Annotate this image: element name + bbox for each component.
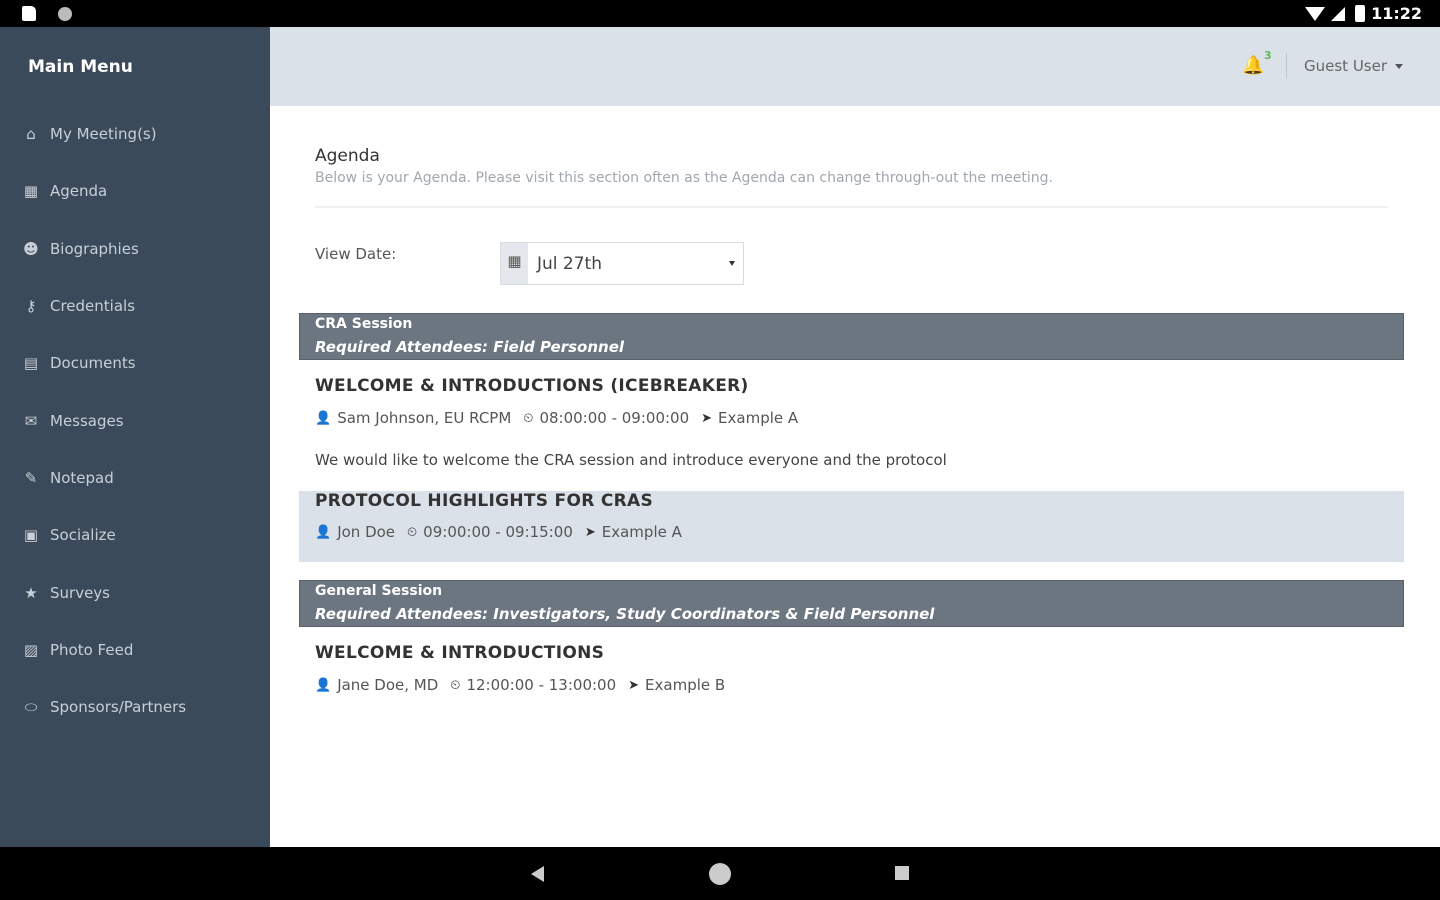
status-time: 11:22 <box>1371 4 1422 23</box>
location-arrow-icon: ➤ <box>701 410 713 426</box>
document-icon: ▤ <box>23 354 39 372</box>
signal-icon <box>1331 6 1346 21</box>
view-date-label: View Date: <box>315 245 397 263</box>
bell-icon[interactable]: 🔔 <box>1242 55 1264 76</box>
agenda-item-location: Example A <box>601 523 682 541</box>
sidebar-item-label: Messages <box>50 412 124 430</box>
user-icon: 👤 <box>315 410 332 426</box>
calendar-icon: ▦ <box>23 182 39 200</box>
agenda-item-meta: 👤 Sam Johnson, EU RCPM ⏲ 08:00:00 - 09:0… <box>315 409 798 427</box>
header-divider <box>1286 53 1287 79</box>
date-picker: ▦ Jul 27th <box>500 242 744 285</box>
divider <box>315 206 1388 208</box>
clock-icon: ⏲ <box>407 524 418 540</box>
sidebar-item-my-meetings[interactable]: ⌂ My Meeting(s) <box>22 119 157 149</box>
date-select[interactable]: Jul 27th <box>528 243 743 284</box>
agenda-item-meta: 👤 Jon Doe ⏲ 09:00:00 - 09:15:00 ➤ Exampl… <box>315 523 682 541</box>
sidebar-item-label: Documents <box>50 354 136 372</box>
sidebar-item-label: Sponsors/Partners <box>50 698 187 716</box>
agenda-item-description: We would like to welcome the CRA session… <box>315 451 947 469</box>
handshake-icon: ⬭ <box>24 698 38 716</box>
agenda-item-speaker: Jane Doe, MD <box>337 676 439 694</box>
session-attendees: Required Attendees: Investigators, Study… <box>315 605 935 623</box>
agenda-item-location: Example B <box>645 676 726 694</box>
navigation-bar <box>0 847 1440 900</box>
notification-badge: 3 <box>1264 49 1272 62</box>
sidebar-item-socialize[interactable]: ▣ Socialize <box>22 520 116 550</box>
user-icon: 👤 <box>315 677 332 693</box>
agenda-item-title[interactable]: WELCOME & INTRODUCTIONS <box>315 643 604 663</box>
battery-icon <box>1355 5 1366 22</box>
sidebar-item-biographies[interactable]: ☻ Biographies <box>22 234 139 264</box>
session-header-general: General Session Required Attendees: Inve… <box>299 580 1404 627</box>
status-left <box>22 6 72 21</box>
status-bar: 11:22 <box>0 0 1440 27</box>
agenda-item-time: 09:00:00 - 09:15:00 <box>423 523 573 541</box>
sidebar-item-photo-feed[interactable]: ▨ Photo Feed <box>22 635 133 665</box>
session-header-cra: CRA Session Required Attendees: Field Pe… <box>299 313 1404 360</box>
agenda-item-speaker: Sam Johnson, EU RCPM <box>337 409 512 427</box>
sidebar: Main Menu ⌂ My Meeting(s) ▦ Agenda ☻ Bio… <box>0 27 270 847</box>
agenda-item-title[interactable]: PROTOCOL HIGHLIGHTS FOR CRAS <box>315 491 653 511</box>
back-icon[interactable] <box>531 866 544 882</box>
envelope-icon: ✉ <box>24 412 38 430</box>
page-title: Agenda <box>315 146 380 166</box>
page-subtitle: Below is your Agenda. Please visit this … <box>315 170 1053 186</box>
sidebar-item-agenda[interactable]: ▦ Agenda <box>22 176 107 206</box>
agenda-item-time: 12:00:00 - 13:00:00 <box>466 676 617 694</box>
dropdown-arrow-icon <box>729 261 735 266</box>
edit-icon: ✎ <box>24 469 38 487</box>
sidebar-title: Main Menu <box>28 57 133 77</box>
sidebar-item-surveys[interactable]: ★ Surveys <box>22 578 110 608</box>
home-icon: ⌂ <box>26 125 36 143</box>
agenda-item-speaker: Jon Doe <box>337 523 396 541</box>
wifi-icon <box>1305 6 1326 21</box>
session-attendees: Required Attendees: Field Personnel <box>315 338 625 356</box>
users-icon: ☻ <box>23 240 39 258</box>
agenda-item-time: 08:00:00 - 09:00:00 <box>539 409 690 427</box>
calendar-icon: ▦ <box>501 243 528 284</box>
sidebar-item-documents[interactable]: ▤ Documents <box>22 348 136 378</box>
user-icon: 👤 <box>315 524 332 540</box>
caret-down-icon <box>1395 63 1404 69</box>
session-name: General Session <box>315 583 443 599</box>
agenda-item-location: Example A <box>718 409 799 427</box>
sidebar-item-label: Photo Feed <box>50 641 134 659</box>
sd-card-icon <box>22 6 36 21</box>
location-arrow-icon: ➤ <box>584 524 596 540</box>
agenda-item-title[interactable]: WELCOME & INTRODUCTIONS (ICEBREAKER) <box>315 376 749 396</box>
home-button-icon[interactable] <box>709 863 731 885</box>
agenda-item-meta: 👤 Jane Doe, MD ⏲ 12:00:00 - 13:00:00 ➤ E… <box>315 676 725 694</box>
sidebar-item-notepad[interactable]: ✎ Notepad <box>22 463 114 493</box>
status-right: 11:22 <box>1305 4 1422 23</box>
sidebar-item-label: Biographies <box>50 240 139 258</box>
sidebar-item-label: Socialize <box>50 526 116 544</box>
sidebar-item-label: Notepad <box>50 469 114 487</box>
sidebar-item-sponsors[interactable]: ⬭ Sponsors/Partners <box>22 692 187 722</box>
sidebar-item-label: Agenda <box>50 182 108 200</box>
location-arrow-icon: ➤ <box>628 677 640 693</box>
session-name: CRA Session <box>315 316 413 332</box>
sidebar-item-label: Credentials <box>50 297 136 315</box>
sidebar-item-credentials[interactable]: ⚷ Credentials <box>22 291 136 321</box>
sidebar-item-label: My Meeting(s) <box>50 125 157 143</box>
sidebar-item-messages[interactable]: ✉ Messages <box>22 406 124 436</box>
star-icon: ★ <box>24 584 38 602</box>
clock-icon: ⏲ <box>450 677 461 693</box>
recent-apps-icon[interactable] <box>895 866 909 880</box>
key-icon: ⚷ <box>25 297 37 315</box>
selected-date: Jul 27th <box>537 253 602 274</box>
social-icon: ▣ <box>23 526 39 544</box>
clock-icon: ⏲ <box>523 410 534 426</box>
notification-dot-icon <box>58 6 72 21</box>
top-header: 🔔 3 Guest User <box>270 27 1440 106</box>
user-name: Guest User <box>1304 57 1388 75</box>
sidebar-item-label: Surveys <box>50 584 110 602</box>
user-menu-dropdown[interactable]: Guest User <box>1304 57 1404 75</box>
image-icon: ▨ <box>23 641 39 659</box>
